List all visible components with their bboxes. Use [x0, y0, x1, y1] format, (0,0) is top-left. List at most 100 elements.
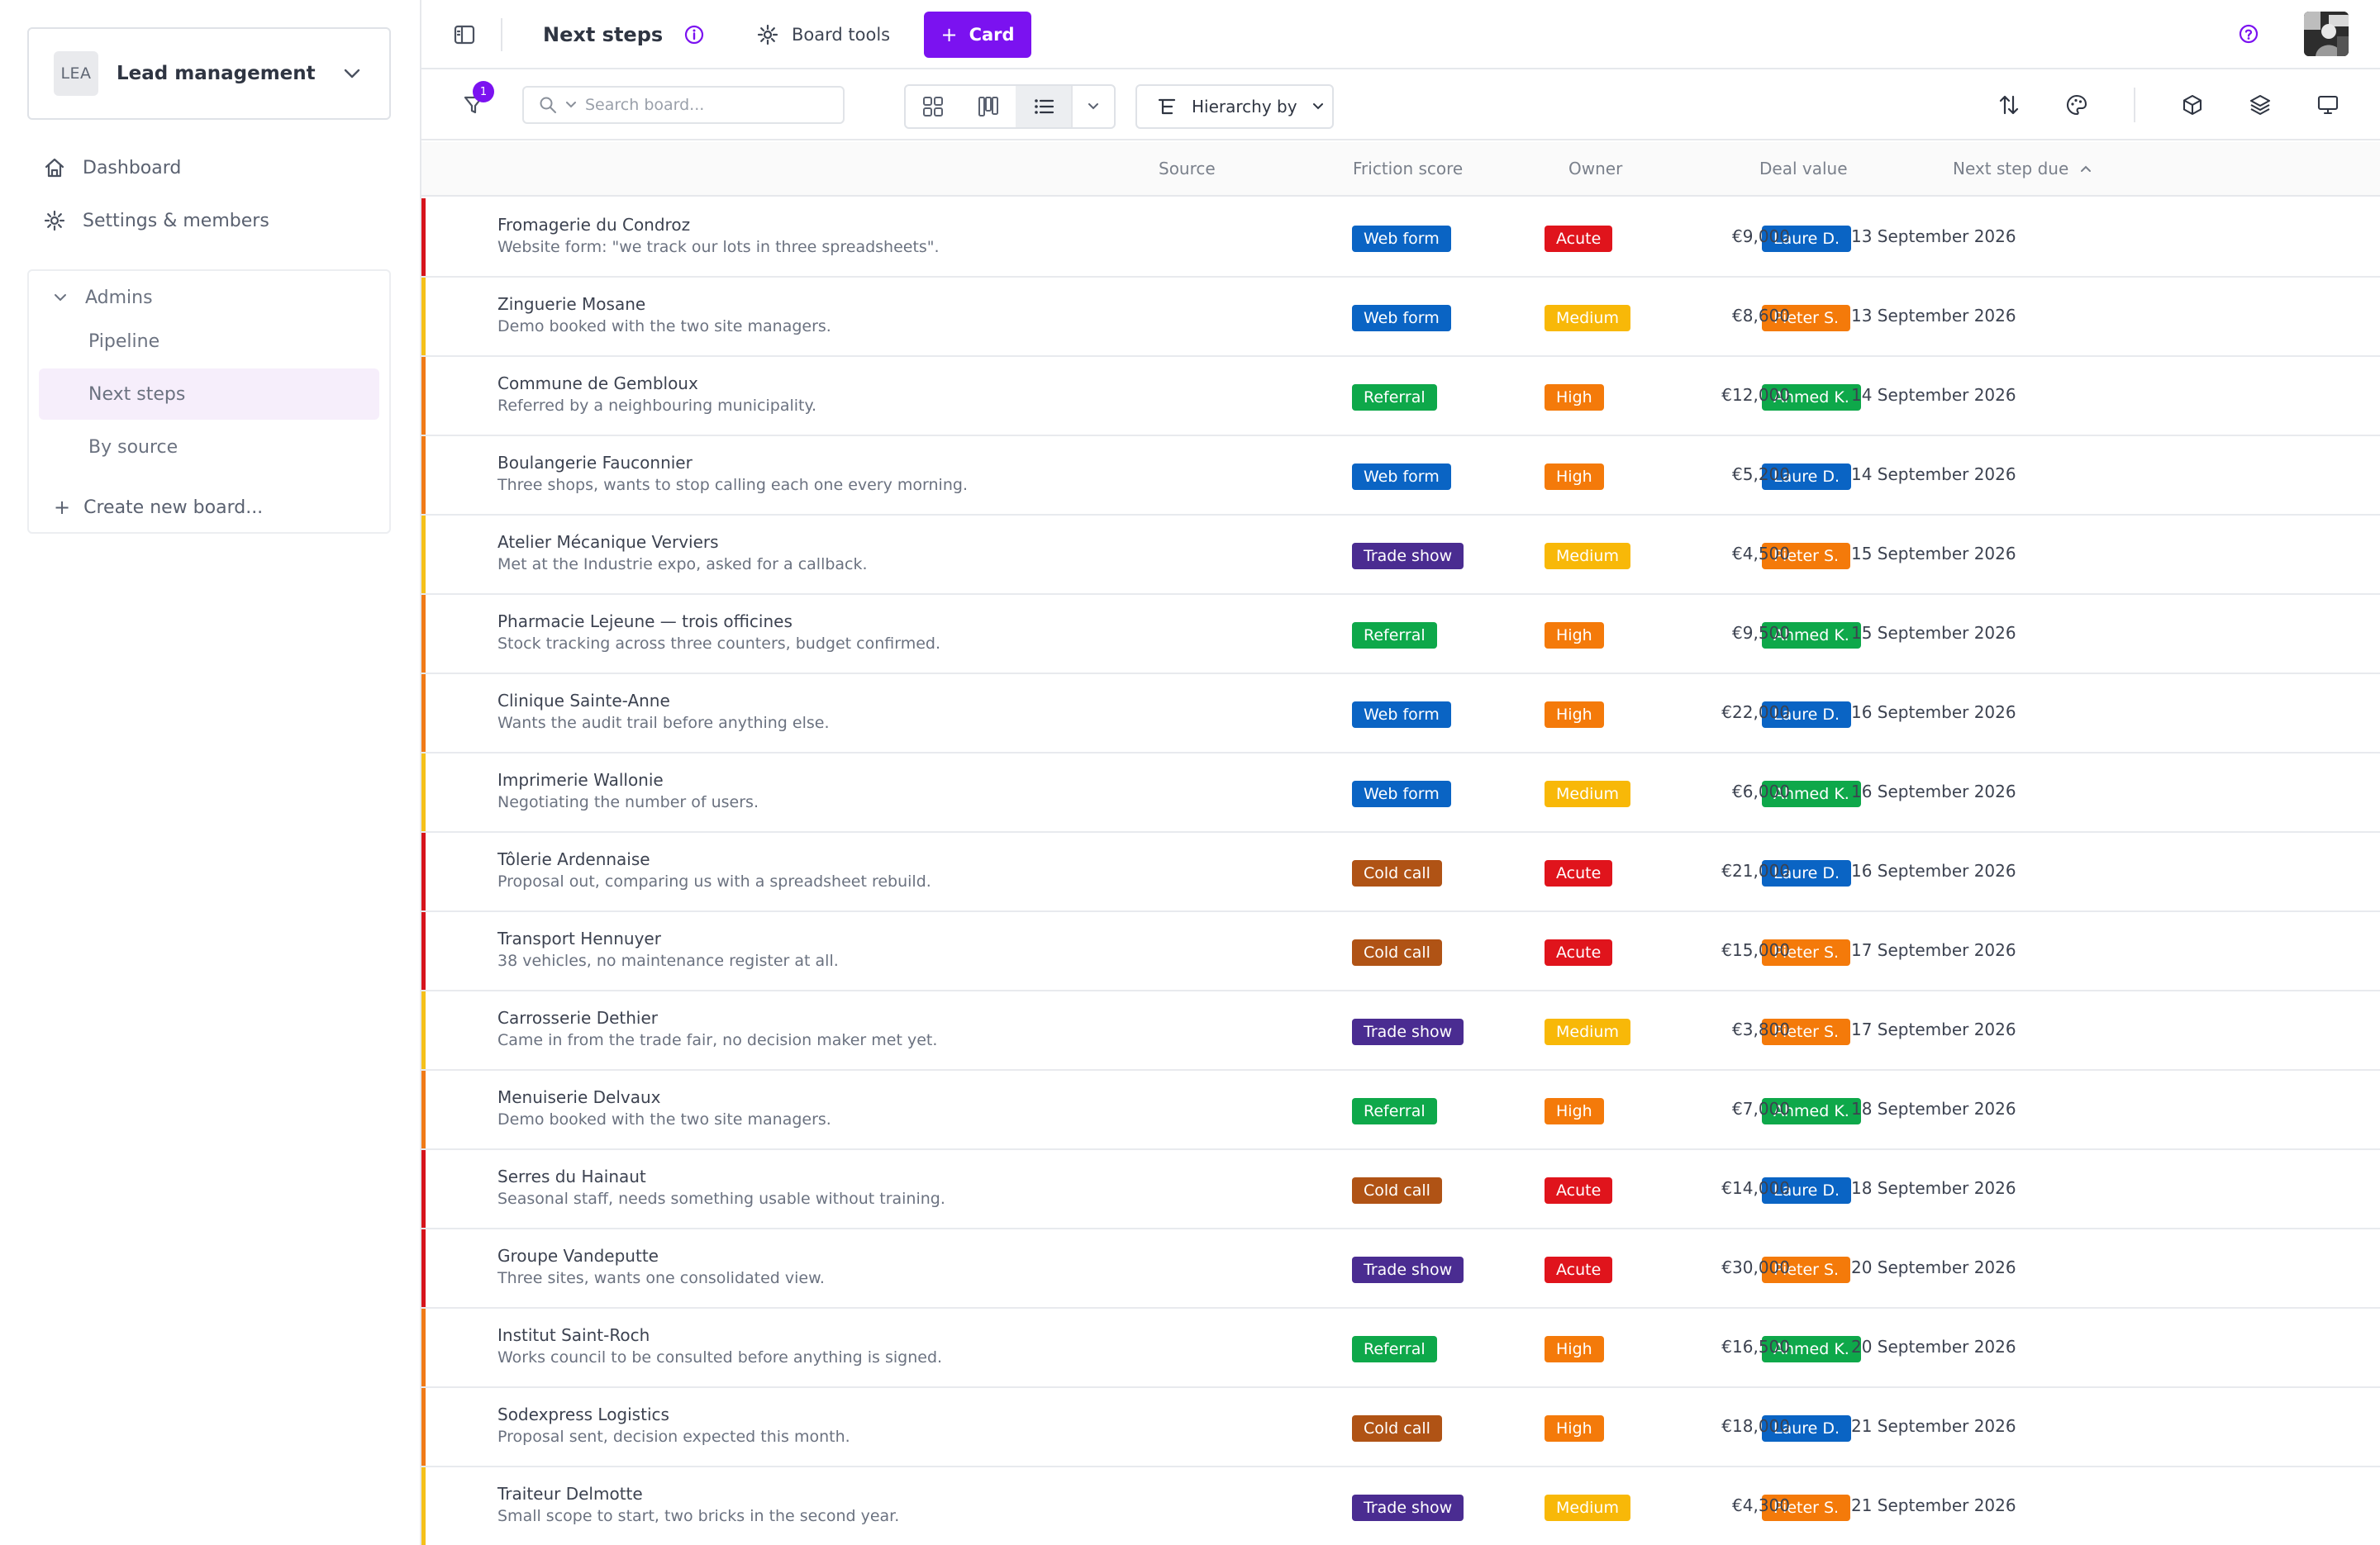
table-row[interactable]: Groupe Vandeputte Three sites, wants one … [421, 1229, 2380, 1309]
workspace-switcher[interactable]: LEA Lead management [27, 27, 391, 120]
lead-title[interactable]: Institut Saint-Roch [497, 1325, 650, 1345]
column-header-friction[interactable]: Friction score [1353, 159, 1463, 178]
lead-title[interactable]: Carrosserie Dethier [497, 1008, 658, 1028]
source-tag[interactable]: Cold call [1352, 1415, 1442, 1442]
group-toggle-admins[interactable]: Admins [54, 281, 153, 314]
lead-title[interactable]: Transport Hennuyer [497, 929, 661, 948]
create-board-button[interactable]: + Create new board... [54, 491, 263, 524]
lead-title[interactable]: Sodexpress Logistics [497, 1405, 669, 1424]
source-tag[interactable]: Web form [1352, 226, 1451, 252]
cube-icon[interactable] [2178, 91, 2206, 119]
lead-title[interactable]: Serres du Hainaut [497, 1167, 646, 1186]
table-row[interactable]: Carrosserie Dethier Came in from the trad… [421, 991, 2380, 1071]
friction-tag[interactable]: High [1545, 1098, 1604, 1124]
chevron-down-icon[interactable] [331, 53, 373, 94]
layers-icon[interactable] [2246, 91, 2274, 119]
friction-tag[interactable]: High [1545, 622, 1604, 649]
table-row[interactable]: Transport Hennuyer 38 vehicles, no mainte… [421, 912, 2380, 991]
friction-tag[interactable]: Acute [1545, 226, 1613, 252]
lead-title[interactable]: Tôlerie Ardennaise [497, 849, 650, 869]
user-avatar[interactable] [2304, 12, 2349, 56]
view-options-chevron-icon[interactable] [1071, 86, 1114, 127]
add-card-button[interactable]: + Card [924, 12, 1031, 58]
source-tag[interactable]: Web form [1352, 305, 1451, 331]
board-tools-button[interactable]: Board tools [757, 18, 890, 51]
source-tag[interactable]: Web form [1352, 701, 1451, 728]
source-tag[interactable]: Referral [1352, 622, 1437, 649]
lead-title[interactable]: Pharmacie Lejeune — trois officines [497, 611, 793, 631]
source-tag[interactable]: Cold call [1352, 1177, 1442, 1204]
lead-title[interactable]: Fromagerie du Condroz [497, 215, 690, 235]
table-row[interactable]: Commune de Gembloux Referred by a neighbo… [421, 357, 2380, 436]
grid-view-icon[interactable] [906, 86, 961, 127]
chevron-down-icon[interactable] [565, 101, 577, 109]
sort-icon[interactable] [1995, 91, 2023, 119]
friction-tag[interactable]: Medium [1545, 1495, 1630, 1521]
table-row[interactable]: Serres du Hainaut Seasonal staff, needs s… [421, 1150, 2380, 1229]
friction-tag[interactable]: Medium [1545, 543, 1630, 569]
friction-tag[interactable]: High [1545, 464, 1604, 490]
friction-tag[interactable]: High [1545, 1415, 1604, 1442]
help-icon[interactable] [2238, 23, 2259, 45]
lead-title[interactable]: Clinique Sainte-Anne [497, 691, 670, 711]
source-tag[interactable]: Web form [1352, 464, 1451, 490]
sidebar-item-settings[interactable]: Settings & members [43, 204, 269, 237]
kanban-view-icon[interactable] [961, 86, 1016, 127]
monitor-icon[interactable] [2314, 91, 2342, 119]
sidebar-item-next-steps[interactable]: Next steps [39, 368, 379, 420]
friction-tag[interactable]: Acute [1545, 939, 1613, 966]
lead-title[interactable]: Traiteur Delmotte [497, 1484, 643, 1504]
lead-title[interactable]: Commune de Gembloux [497, 373, 698, 393]
column-header-value[interactable]: Deal value [1759, 159, 1848, 178]
source-tag[interactable]: Referral [1352, 384, 1437, 411]
lead-title[interactable]: Boulangerie Fauconnier [497, 453, 693, 473]
palette-icon[interactable] [2063, 91, 2091, 119]
table-row[interactable]: Imprimerie Wallonie Negotiating the numbe… [421, 753, 2380, 833]
table-row[interactable]: Fromagerie du Condroz Website form: "we t… [421, 198, 2380, 278]
friction-tag[interactable]: High [1545, 701, 1604, 728]
list-view-icon[interactable] [1016, 86, 1072, 127]
source-tag[interactable]: Cold call [1352, 939, 1442, 966]
source-tag[interactable]: Referral [1352, 1098, 1437, 1124]
table-row[interactable]: Zinguerie Mosane Demo booked with the two… [421, 278, 2380, 357]
source-tag[interactable]: Trade show [1352, 543, 1464, 569]
friction-tag[interactable]: Medium [1545, 1019, 1630, 1045]
friction-tag[interactable]: High [1545, 1336, 1604, 1362]
friction-tag[interactable]: Medium [1545, 305, 1630, 331]
table-row[interactable]: Tôlerie Ardennaise Proposal out, comparin… [421, 833, 2380, 912]
sidebar-item-dashboard[interactable]: Dashboard [43, 151, 181, 184]
lead-title[interactable]: Menuiserie Delvaux [497, 1087, 661, 1107]
friction-tag[interactable]: Acute [1545, 1177, 1613, 1204]
column-header-due[interactable]: Next step due [1953, 159, 2092, 178]
sidebar-toggle-icon[interactable] [451, 21, 478, 48]
lead-title[interactable]: Zinguerie Mosane [497, 294, 645, 314]
hierarchy-by-dropdown[interactable]: Hierarchy by [1135, 84, 1334, 129]
column-header-owner[interactable]: Owner [1568, 159, 1622, 178]
sidebar-item-by-source[interactable]: By source [39, 421, 379, 473]
source-tag[interactable]: Referral [1352, 1336, 1437, 1362]
lead-title[interactable]: Groupe Vandeputte [497, 1246, 659, 1266]
source-tag[interactable]: Cold call [1352, 860, 1442, 887]
table-row[interactable]: Clinique Sainte-Anne Wants the audit trai… [421, 674, 2380, 753]
column-header-source[interactable]: Source [1159, 159, 1216, 178]
source-tag[interactable]: Web form [1352, 781, 1451, 807]
friction-tag[interactable]: High [1545, 384, 1604, 411]
info-icon[interactable] [683, 23, 706, 46]
table-row[interactable]: Pharmacie Lejeune — trois officines Stock… [421, 595, 2380, 674]
friction-tag[interactable]: Medium [1545, 781, 1630, 807]
table-row[interactable]: Boulangerie Fauconnier Three shops, wants… [421, 436, 2380, 516]
table-row[interactable]: Atelier Mécanique Verviers Met at the Ind… [421, 516, 2380, 595]
lead-title[interactable]: Atelier Mécanique Verviers [497, 532, 719, 552]
search-input[interactable] [585, 96, 833, 114]
table-row[interactable]: Sodexpress Logistics Proposal sent, decis… [421, 1388, 2380, 1467]
friction-tag[interactable]: Acute [1545, 1257, 1613, 1283]
source-tag[interactable]: Trade show [1352, 1495, 1464, 1521]
table-row[interactable]: Traiteur Delmotte Small scope to start, t… [421, 1467, 2380, 1545]
table-row[interactable]: Institut Saint-Roch Works council to be c… [421, 1309, 2380, 1388]
search-box[interactable] [522, 86, 845, 124]
source-tag[interactable]: Trade show [1352, 1019, 1464, 1045]
friction-tag[interactable]: Acute [1545, 860, 1613, 887]
table-row[interactable]: Menuiserie Delvaux Demo booked with the t… [421, 1071, 2380, 1150]
sidebar-item-pipeline[interactable]: Pipeline [39, 316, 379, 367]
source-tag[interactable]: Trade show [1352, 1257, 1464, 1283]
